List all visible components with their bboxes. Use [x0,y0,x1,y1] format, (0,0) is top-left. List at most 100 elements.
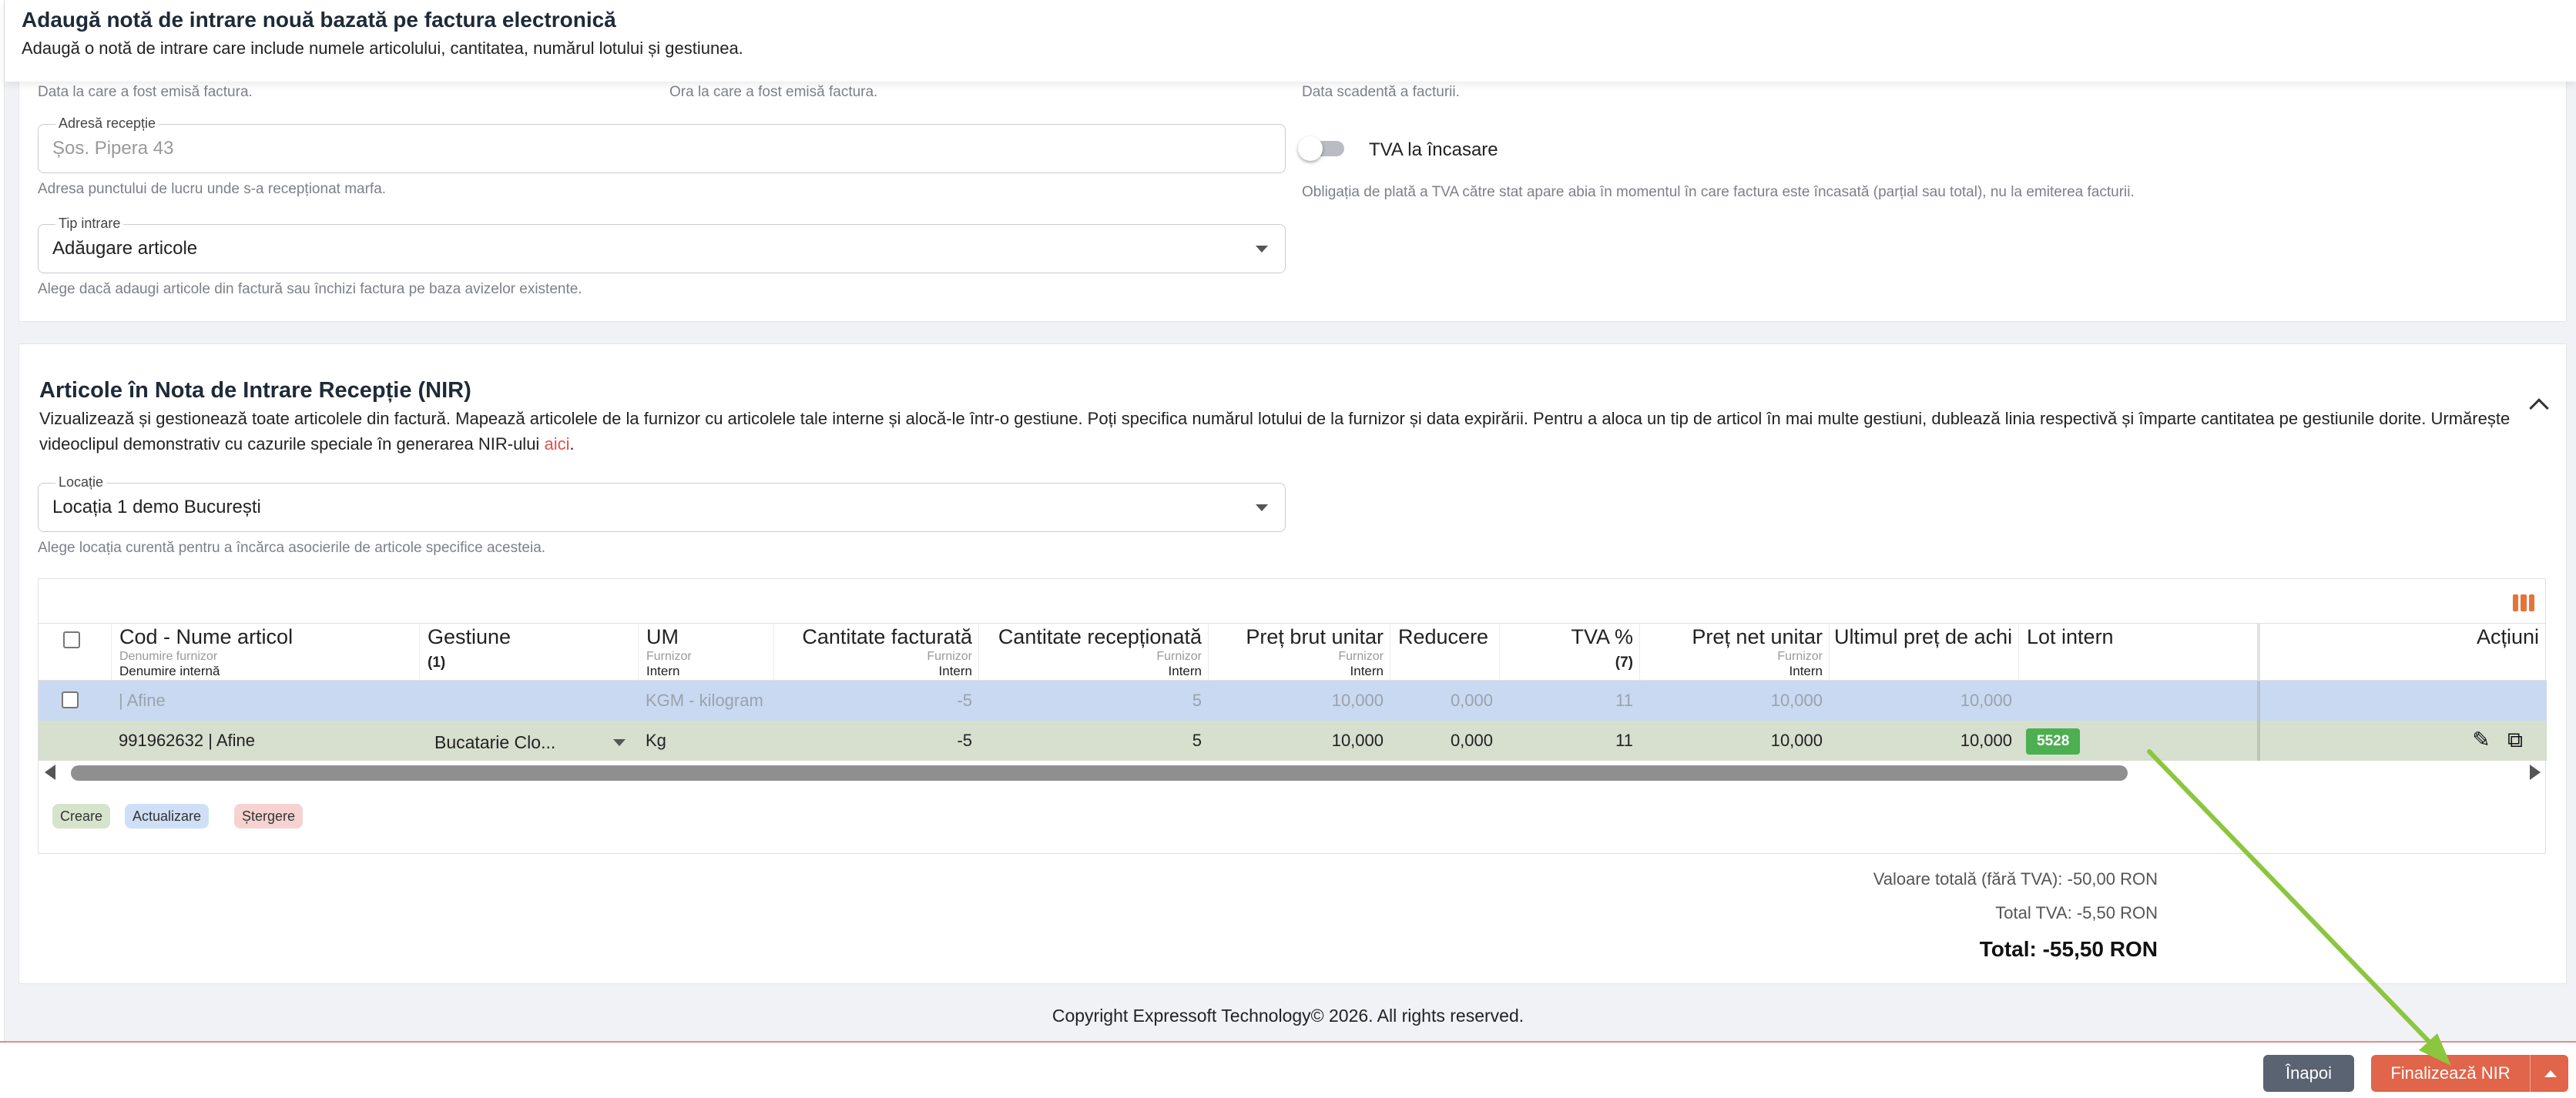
internal-qty-received: 5 [1192,731,1202,750]
entry-type-label: Tip intrare [55,216,124,232]
header-qty-received[interactable]: Cantitate recepționată Furnizor Intern [978,624,1208,681]
finalize-options-button[interactable] [2530,1055,2568,1092]
header-last-price-label: Ultimul preț de achi [1834,625,2013,648]
location-select[interactable]: Locație Locația 1 demo București [38,474,1286,532]
internal-net-price: 10,000 [1770,731,1823,750]
header-gest-label: Gestiune [428,625,512,648]
vat-toggle[interactable] [1298,136,1347,161]
header-qty-received-sub1: Furnizor [1156,650,1202,663]
supplier-um: KGM - kilogram [646,691,763,710]
legend-update: Actualizare [125,804,210,829]
header-um-sub1: Furnizor [646,650,692,663]
header-qty-invoiced-label: Cantitate facturată [802,625,972,648]
legend-create: Creare [52,804,111,829]
grand-total: Total: -55,50 RON [1979,937,2158,961]
scroll-right-icon[interactable] [2530,765,2541,780]
header-gest-count: (1) [428,654,446,671]
address-help: Adresa punctului de lucru unde s-a recep… [38,181,387,197]
header-lot-label: Lot intern [2027,625,2114,648]
supplier-vat: 11 [1615,691,1633,710]
scroll-left-icon[interactable] [45,765,55,780]
gest-select[interactable]: Bucatarie Clo... [434,725,635,759]
header-um-label: UM [646,625,679,648]
header-actions-label: Acțiuni [2476,625,2539,648]
header-qty-invoiced[interactable]: Cantitate facturată Furnizor Intern [773,624,978,681]
header-discount-label: Reducere [1398,625,1489,648]
table-row-supplier[interactable]: | Afine KGM - kilogram -5 5 10,000 0,000… [39,681,2547,721]
legend-delete: Ștergere [234,804,304,829]
pinned-column-divider [2257,681,2260,721]
location-help: Alege locația curentă pentru a încărca a… [38,540,546,556]
header-gross-price-sub2: Intern [1350,664,1384,678]
header-net-price[interactable]: Preț net unitar Furnizor Intern [1639,624,1829,681]
header-name-sub1: Denumire furnizor [119,650,218,663]
modal-subtitle: Adaugă o notă de intrare care include nu… [22,38,743,58]
header-gross-price-label: Preț brut unitar [1246,625,1384,648]
internal-discount: 0,000 [1450,731,1493,750]
invoice-time-help: Ora la care a fost emisă factura. [669,84,878,100]
header-lot[interactable]: Lot intern [2018,624,2257,681]
header-qty-invoiced-sub2: Intern [938,664,972,678]
scrollbar-thumb[interactable] [71,765,2128,781]
total-vat: Total TVA: -5,50 RON [1995,903,2158,922]
horizontal-scrollbar[interactable] [39,761,2547,784]
supplier-last-price: 10,000 [1960,691,2012,710]
grid-toolbar [39,579,2545,624]
entry-type-select[interactable]: Tip intrare Adăugare articole [38,216,1286,273]
supplier-name: | Afine [119,691,166,710]
table-row-internal[interactable]: 991962632 | Afine Bucatarie Clo... Kg -5… [39,721,2547,761]
supplier-gross-price: 10,000 [1331,691,1384,710]
supplier-discount: 0,000 [1450,691,1493,710]
entry-type-help: Alege dacă adaugi articole din factură s… [38,281,582,297]
header-gest[interactable]: Gestiune (1) [419,624,638,681]
header-net-price-label: Preț net unitar [1692,625,1823,648]
supplier-qty-invoiced: -5 [957,691,972,710]
video-link[interactable]: aici [544,434,569,454]
select-all-checkbox[interactable] [63,631,80,648]
address-input[interactable]: Șos. Pipera 43 [52,138,173,159]
internal-qty-invoiced: -5 [957,731,972,750]
internal-name: 991962632 | Afine [119,731,255,750]
invoice-date-help: Data la care a fost emisă factura. [38,84,253,100]
location-label: Locație [55,474,107,490]
pencil-icon[interactable]: ✎ [2470,728,2493,752]
footer-bar: Înapoi Finalizează NIR [0,1041,2576,1098]
chevron-up-icon [2544,1070,2557,1077]
header-vat[interactable]: TVA % (7) [1499,624,1639,681]
supplier-net-price: 10,000 [1770,691,1823,710]
header-actions: Acțiuni [2257,624,2547,681]
address-field[interactable]: Adresă recepție Șos. Pipera 43 [38,115,1286,173]
lot-cell[interactable]: 5528 [2018,721,2257,761]
lot-badge[interactable]: 5528 [2026,728,2081,755]
back-button[interactable]: Înapoi [2263,1055,2354,1092]
articles-card: Articole în Nota de Intrare Recepție (NI… [18,343,2567,984]
header-um[interactable]: UM Furnizor Intern [638,624,773,681]
header-name[interactable]: Cod - Nume articol Denumire furnizor Den… [111,624,419,681]
header-qty-received-label: Cantitate recepționată [998,625,1202,648]
grid-header: Cod - Nume articol Denumire furnizor Den… [39,624,2547,681]
articles-description: Vizualizează și gestionează toate artico… [39,409,2511,454]
pinned-column-divider [2257,721,2260,761]
vat-toggle-knob [1298,136,1323,161]
finalize-nir-button[interactable]: Finalizează NIR [2371,1055,2530,1092]
articles-description-text: Vizualizează și gestionează toate artico… [39,409,2511,454]
internal-um: Kg [646,731,666,750]
supplier-qty-received: 5 [1192,691,1202,710]
vat-toggle-label: TVA la încasare [1369,139,1498,160]
address-label: Adresă recepție [55,115,159,132]
internal-last-price: 10,000 [1960,731,2012,750]
copy-icon[interactable]: ⧉ [2504,728,2527,752]
row-checkbox[interactable] [62,691,79,708]
header-discount[interactable]: Reducere [1390,624,1499,681]
chevron-up-icon[interactable] [2529,398,2549,418]
internal-vat: 11 [1615,731,1633,750]
modal-title: Adaugă notă de intrare nouă bazată pe fa… [22,8,616,32]
header-name-sub2: Denumire internă [119,664,220,678]
header-net-price-sub1: Furnizor [1777,650,1823,663]
header-last-price[interactable]: Ultimul preț de achi [1829,624,2018,681]
header-um-sub2: Intern [646,664,680,678]
columns-icon[interactable] [2513,594,2534,611]
header-gross-price[interactable]: Preț brut unitar Furnizor Intern [1208,624,1390,681]
chevron-down-icon [613,739,626,746]
copyright-text: Copyright Expressoft Technology© 2026. A… [1052,1006,1524,1026]
